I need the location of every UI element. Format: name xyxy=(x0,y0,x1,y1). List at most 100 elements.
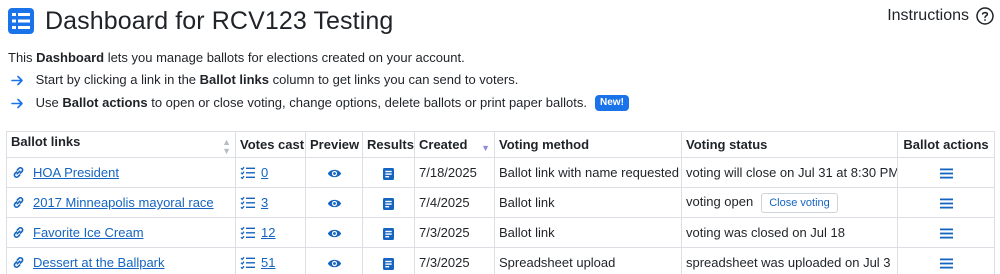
voting-status-text: spreadsheet was uploaded on Jul 3 xyxy=(686,255,891,270)
cell-votes-cast: 3 xyxy=(235,187,306,218)
eye-icon[interactable] xyxy=(327,228,342,239)
col-header-votes-cast[interactable]: Votes cast xyxy=(235,131,306,158)
ballots-table: Ballot links ▲ ▼ Votes cast Preview Result… xyxy=(6,131,995,274)
new-badge: New! xyxy=(595,95,629,111)
cell-created: 7/4/2025 xyxy=(414,187,495,218)
results-doc-icon[interactable] xyxy=(383,227,394,240)
cell-votes-cast: 51 xyxy=(235,247,306,274)
eye-icon[interactable] xyxy=(327,168,342,179)
col-header-ballot-links[interactable]: Ballot links ▲ ▼ xyxy=(6,131,236,158)
link-chain-icon xyxy=(13,257,24,268)
sort-descending-icon[interactable]: ▼ xyxy=(481,143,490,153)
cell-voting-status: voting open Close voting xyxy=(681,187,898,218)
checklist-icon xyxy=(240,226,255,239)
col-header-voting-status[interactable]: Voting status xyxy=(681,131,898,158)
ballot-name-link[interactable]: 2017 Minneapolis mayoral race xyxy=(33,195,214,210)
page-header: Dashboard for RCV123 Testing xyxy=(8,4,393,38)
cell-ballot-actions xyxy=(897,187,995,218)
table-row: 2017 Minneapolis mayoral race 3 7/4/2025… xyxy=(6,187,995,218)
bullet-ballot-links: Start by clicking a link in the Ballot l… xyxy=(11,71,518,89)
hamburger-menu-icon[interactable] xyxy=(939,228,953,239)
voting-status-text: voting will close on Jul 31 at 8:30 PM xyxy=(686,165,898,180)
bullet-ballot-actions: Use Ballot actions to open or close voti… xyxy=(11,94,629,112)
cell-preview xyxy=(305,157,363,188)
bullet-suffix: column to get links you can send to vote… xyxy=(269,72,519,87)
results-doc-icon[interactable] xyxy=(383,167,394,180)
checklist-icon xyxy=(240,196,255,209)
ballot-name-link[interactable]: Dessert at the Ballpark xyxy=(33,255,165,270)
col-header-created[interactable]: Created ▼ xyxy=(414,131,495,158)
cell-votes-cast: 12 xyxy=(235,217,306,248)
close-voting-button[interactable]: Close voting xyxy=(761,192,838,213)
votes-cast-link[interactable]: 51 xyxy=(261,255,275,270)
cell-voting-method: Ballot link with name requested xyxy=(494,157,682,188)
cell-preview xyxy=(305,217,363,248)
cell-ballot-actions xyxy=(897,247,995,274)
table-row: Dessert at the Ballpark 51 7/3/2025 Spre… xyxy=(6,247,995,274)
cell-preview xyxy=(305,187,363,218)
results-doc-icon[interactable] xyxy=(383,197,394,210)
votes-cast-link[interactable]: 3 xyxy=(261,195,268,210)
hamburger-menu-icon[interactable] xyxy=(939,258,953,269)
bullet-suffix: to open or close voting, change options,… xyxy=(147,95,588,110)
arrow-right-icon xyxy=(11,75,23,85)
ballot-name-link[interactable]: HOA President xyxy=(33,165,119,180)
sort-both-icon[interactable]: ▲ ▼ xyxy=(222,137,231,156)
checklist-icon xyxy=(240,166,255,179)
cell-ballot-link: Favorite Ice Cream xyxy=(6,217,236,248)
cell-results xyxy=(362,217,415,248)
ballot-name-link[interactable]: Favorite Ice Cream xyxy=(33,225,144,240)
eye-icon[interactable] xyxy=(327,258,342,269)
instructions-link[interactable]: Instructions xyxy=(887,7,994,25)
page-title: Dashboard for RCV123 Testing xyxy=(45,6,394,35)
cell-created: 7/18/2025 xyxy=(414,157,495,188)
intro-text: This Dashboard lets you manage ballots f… xyxy=(8,49,465,67)
eye-icon[interactable] xyxy=(327,198,342,209)
col-header-voting-method[interactable]: Voting method xyxy=(494,131,682,158)
cell-results xyxy=(362,187,415,218)
question-circle-icon xyxy=(976,7,994,25)
cell-created: 7/3/2025 xyxy=(414,247,495,274)
cell-preview xyxy=(305,247,363,274)
hamburger-menu-icon[interactable] xyxy=(939,168,953,179)
table-row: Favorite Ice Cream 12 7/3/2025 Ballot li… xyxy=(6,217,995,248)
col-header-preview: Preview xyxy=(305,131,363,158)
cell-voting-status: voting was closed on Jul 18 xyxy=(681,217,898,248)
cell-voting-status: voting will close on Jul 31 at 8:30 PM xyxy=(681,157,898,188)
voting-status-text: voting was closed on Jul 18 xyxy=(686,225,845,240)
link-chain-icon xyxy=(13,197,24,208)
col-header-ballot-actions: Ballot actions xyxy=(897,131,995,158)
cell-voting-method: Ballot link xyxy=(494,187,682,218)
cell-ballot-actions xyxy=(897,157,995,188)
cell-voting-status: spreadsheet was uploaded on Jul 3 xyxy=(681,247,898,274)
cell-voting-method: Spreadsheet upload xyxy=(494,247,682,274)
cell-ballot-link: Dessert at the Ballpark xyxy=(6,247,236,274)
cell-created: 7/3/2025 xyxy=(414,217,495,248)
cell-ballot-actions xyxy=(897,217,995,248)
intro-suffix: lets you manage ballots for elections cr… xyxy=(104,50,465,65)
votes-cast-link[interactable]: 12 xyxy=(261,225,275,240)
arrow-right-icon xyxy=(11,98,23,108)
cell-votes-cast: 0 xyxy=(235,157,306,188)
intro-prefix: This xyxy=(8,50,37,65)
bullet-prefix: Use xyxy=(35,95,63,110)
cell-ballot-link: HOA President xyxy=(6,157,236,188)
table-row: HOA President 0 7/18/2025 Ballot link wi… xyxy=(6,157,995,188)
hamburger-menu-icon[interactable] xyxy=(939,198,953,209)
list-box-icon xyxy=(8,8,34,34)
link-chain-icon xyxy=(13,167,24,178)
table-header-row: Ballot links ▲ ▼ Votes cast Preview Result… xyxy=(6,131,995,158)
bullet-prefix: Start by clicking a link in the xyxy=(35,72,200,87)
cell-voting-method: Ballot link xyxy=(494,217,682,248)
col-header-results: Results xyxy=(362,131,415,158)
cell-results xyxy=(362,247,415,274)
intro-bold: Dashboard xyxy=(36,50,105,65)
cell-results xyxy=(362,157,415,188)
checklist-icon xyxy=(240,256,255,269)
votes-cast-link[interactable]: 0 xyxy=(261,165,268,180)
bullet-bold: Ballot links xyxy=(199,72,270,87)
link-chain-icon xyxy=(13,227,24,238)
voting-status-text: voting open xyxy=(686,193,754,209)
results-doc-icon[interactable] xyxy=(383,257,394,270)
instructions-label: Instructions xyxy=(887,7,969,24)
